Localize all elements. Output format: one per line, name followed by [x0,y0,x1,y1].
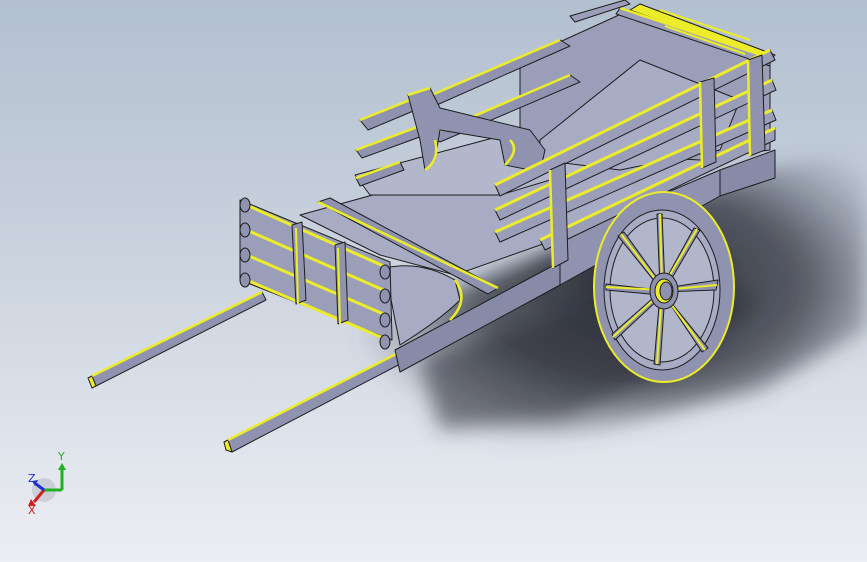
graphics-viewport[interactable]: Y Z X [0,0,867,562]
triad-y-label: Y [57,450,65,463]
left-shaft[interactable] [87,290,267,389]
triad-z-label: Z [28,472,36,485]
orientation-triad[interactable]: Y Z X [22,448,82,520]
y-arrow-icon [58,463,66,470]
cart-model-view[interactable] [0,0,867,562]
cart-wheel[interactable] [593,191,735,383]
triad-x-label: X [28,504,36,517]
